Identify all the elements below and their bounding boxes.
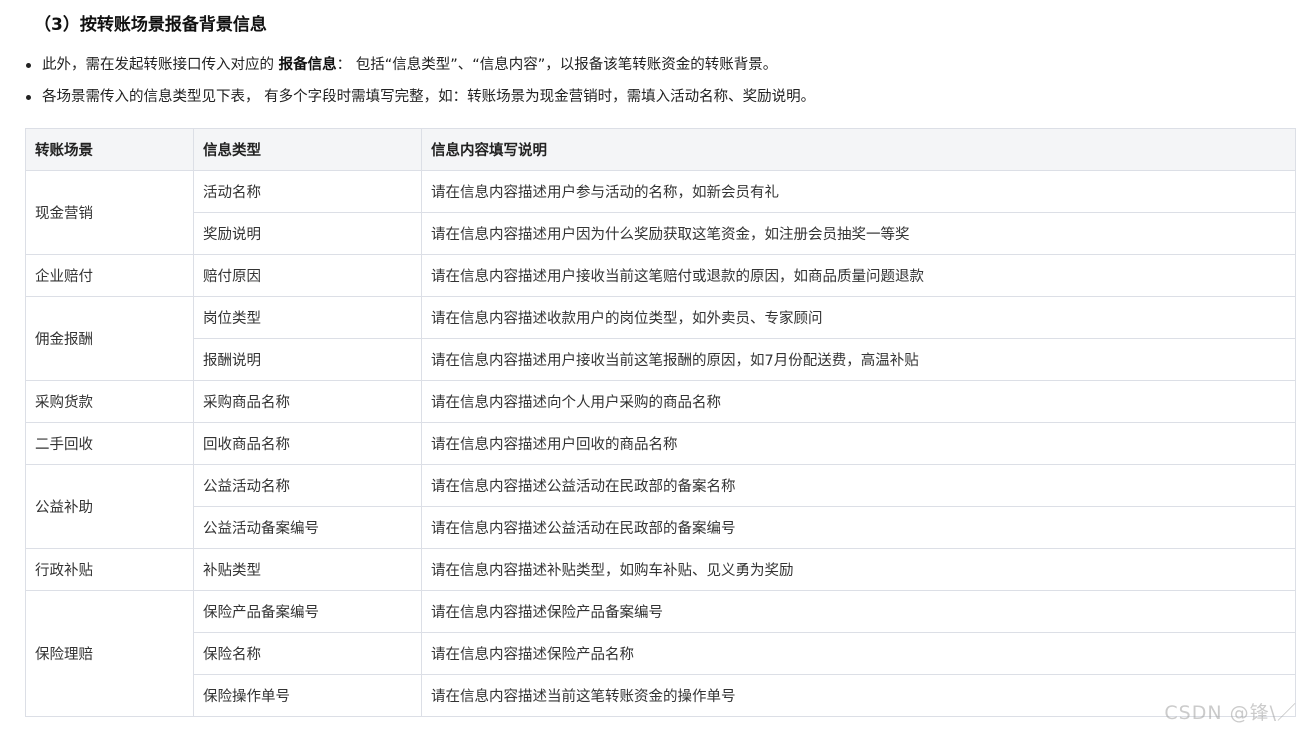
header-info-desc: 信息内容填写说明 [421,128,1296,171]
cell-info-desc: 请在信息内容描述用户参与活动的名称，如新会员有礼 [421,170,1296,213]
table-row: 报酬说明 请在信息内容描述用户接收当前这笔报酬的原因，如7月份配送费，高温补贴 [26,338,1296,381]
cell-info-desc: 请在信息内容描述保险产品名称 [421,632,1296,675]
bullet-dot-icon [26,95,31,100]
table-body: 现金营销 活动名称 请在信息内容描述用户参与活动的名称，如新会员有礼 奖励说明 请在信息… [25,170,1296,717]
cell-info-type: 活动名称 [193,170,422,213]
cell-info-type: 保险名称 [193,632,422,675]
scene-info-table: 转账场景 信息类型 信息内容填写说明 现金营销 活动名称 请在信息内容描述用户参与活… [25,128,1296,717]
cell-info-desc: 请在信息内容描述用户因为什么奖励获取这笔资金，如注册会员抽奖一等奖 [421,212,1296,255]
cell-info-desc: 请在信息内容描述公益活动在民政部的备案名称 [421,464,1296,507]
cell-info-type: 保险产品备案编号 [193,590,422,633]
bullet-text-bold: 报备信息 [278,57,337,73]
cell-info-type: 补贴类型 [193,548,422,591]
cell-info-type: 公益活动名称 [193,464,422,507]
cell-info-desc: 请在信息内容描述用户接收当前这笔报酬的原因，如7月份配送费，高温补贴 [421,338,1296,381]
bullet-list: 此外，需在发起转账接口传入对应的 报备信息： 包括“信息类型”、“信息内容”，以… [24,52,815,116]
cell-scene: 企业赔付 [25,254,194,297]
table-row: 保险理赔 保险产品备案编号 请在信息内容描述保险产品备案编号 [25,590,1296,717]
table-row: 佣金报酬 岗位类型 请在信息内容描述收款用户的岗位类型，如外卖员、专家顾问 [25,296,1296,381]
cell-info-desc: 请在信息内容描述补贴类型，如购车补贴、见义勇为奖励 [421,548,1296,591]
bullet-item-field-types: 各场景需传入的信息类型见下表， 有多个字段时需填写完整，如：转账场景为现金营销时… [24,84,815,116]
cell-info-type: 岗位类型 [193,296,422,339]
table-row: 公益活动备案编号 请在信息内容描述公益活动在民政部的备案编号 [26,506,1296,549]
cell-info-type: 奖励说明 [193,212,422,255]
cell-info-desc: 请在信息内容描述用户回收的商品名称 [421,422,1296,465]
bullet-text-before: 此外，需在发起转账接口传入对应的 [42,57,279,73]
bullet-dot-icon [26,63,31,68]
cell-scene: 佣金报酬 [25,296,194,381]
cell-info-type: 公益活动备案编号 [193,506,422,549]
cell-info-type: 回收商品名称 [193,422,422,465]
csdn-watermark: CSDN @锋\／ [1164,702,1297,724]
cell-info-desc: 请在信息内容描述收款用户的岗位类型，如外卖员、专家顾问 [421,296,1296,339]
bullet-text-after: ： 包括“信息类型”、“信息内容”，以报备该笔转账资金的转账背景。 [336,57,778,73]
table-row: 二手回收 回收商品名称 请在信息内容描述用户回收的商品名称 [25,422,1296,465]
table-row: 行政补贴 补贴类型 请在信息内容描述补贴类型，如购车补贴、见义勇为奖励 [25,548,1296,591]
cell-info-type: 保险操作单号 [193,674,422,717]
cell-scene: 采购货款 [25,380,194,423]
cell-info-desc: 请在信息内容描述公益活动在民政部的备案编号 [421,506,1296,549]
header-info-type: 信息类型 [193,128,422,171]
cell-info-type: 报酬说明 [193,338,422,381]
cell-scene: 行政补贴 [25,548,194,591]
cell-info-desc: 请在信息内容描述用户接收当前这笔赔付或退款的原因，如商品质量问题退款 [421,254,1296,297]
table-header-row: 转账场景 信息类型 信息内容填写说明 [25,128,1296,171]
table-row: 企业赔付 赔付原因 请在信息内容描述用户接收当前这笔赔付或退款的原因，如商品质量问题… [25,254,1296,297]
table-row: 保险操作单号 请在信息内容描述当前这笔转账资金的操作单号 [26,674,1296,717]
table-row: 保险名称 请在信息内容描述保险产品名称 [26,632,1296,675]
header-scene: 转账场景 [25,128,194,171]
cell-info-desc: 请在信息内容描述向个人用户采购的商品名称 [421,380,1296,423]
table-row: 采购货款 采购商品名称 请在信息内容描述向个人用户采购的商品名称 [25,380,1296,423]
cell-info-type: 采购商品名称 [193,380,422,423]
cell-scene: 保险理赔 [25,590,194,717]
cell-scene: 现金营销 [25,170,194,255]
section-heading: （3）按转账场景报备背景信息 [34,15,267,35]
cell-info-desc: 请在信息内容描述保险产品备案编号 [421,590,1296,633]
cell-scene: 公益补助 [25,464,194,549]
table-row: 公益补助 公益活动名称 请在信息内容描述公益活动在民政部的备案名称 [25,464,1296,549]
cell-scene: 二手回收 [25,422,194,465]
table-row: 现金营销 活动名称 请在信息内容描述用户参与活动的名称，如新会员有礼 [25,170,1296,255]
bullet-text: 各场景需传入的信息类型见下表， 有多个字段时需填写完整，如：转账场景为现金营销时… [42,89,816,105]
table-row: 奖励说明 请在信息内容描述用户因为什么奖励获取这笔资金，如注册会员抽奖一等奖 [26,212,1296,255]
bullet-item-report-info: 此外，需在发起转账接口传入对应的 报备信息： 包括“信息类型”、“信息内容”，以… [24,52,815,84]
cell-info-type: 赔付原因 [193,254,422,297]
